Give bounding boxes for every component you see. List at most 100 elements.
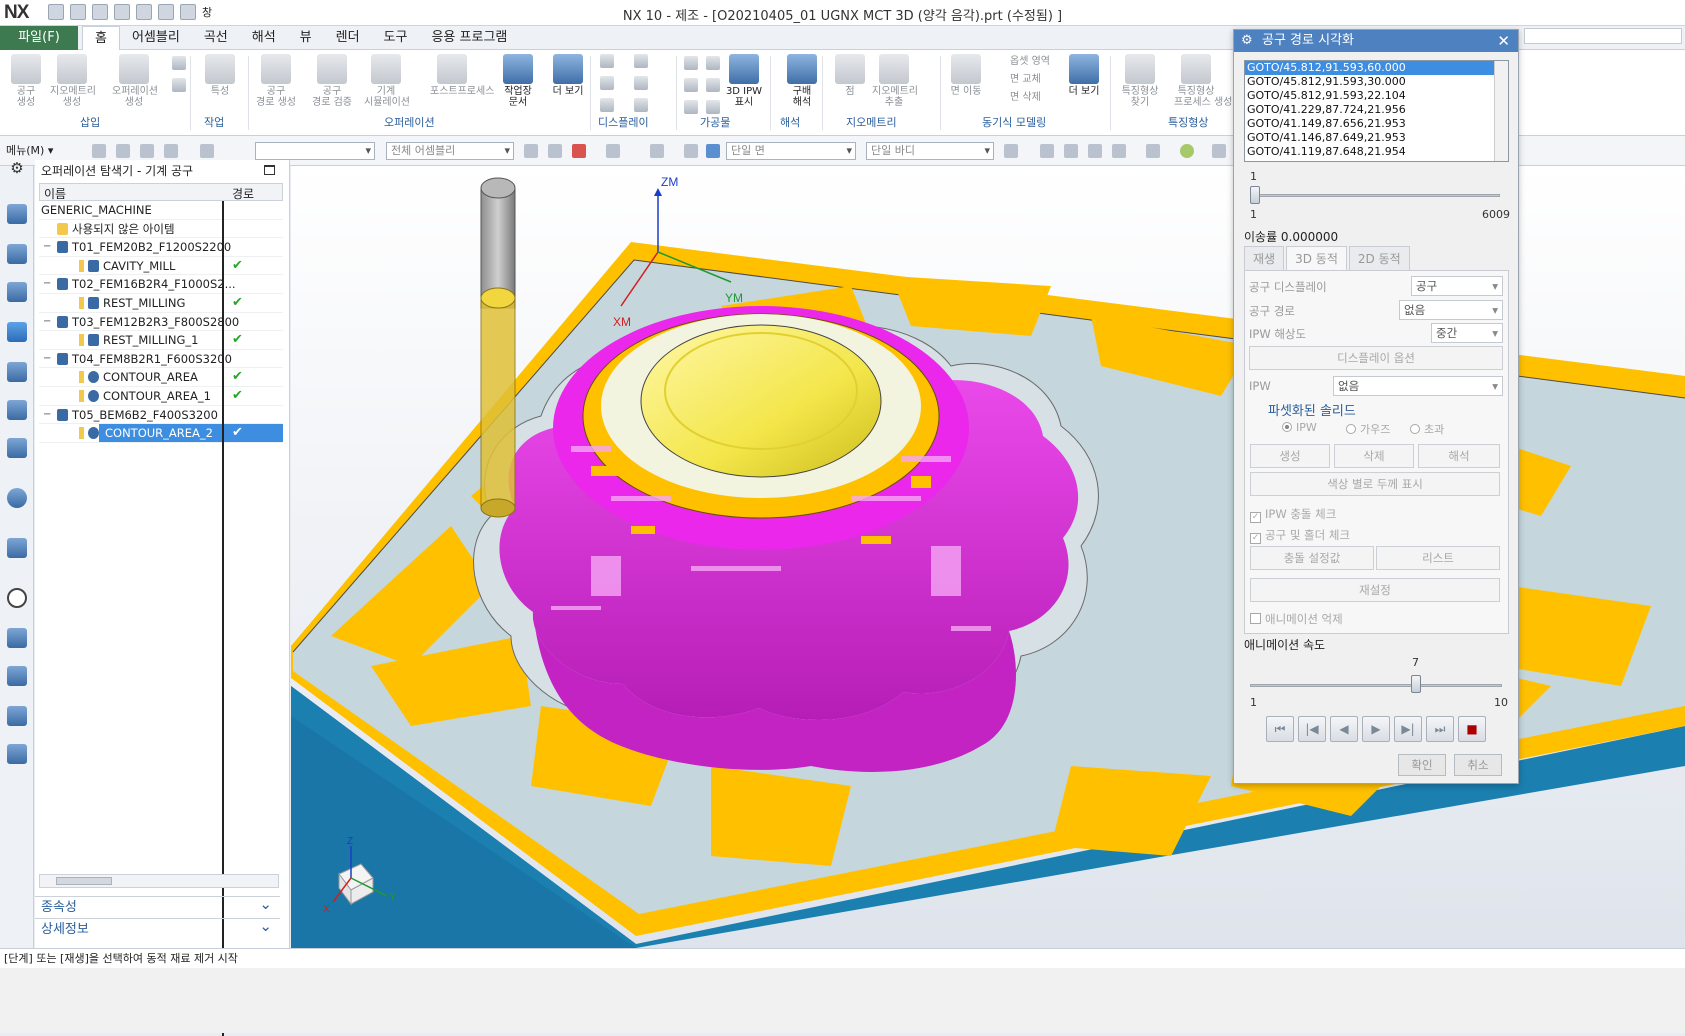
tab-5[interactable]: 렌더 xyxy=(324,26,372,50)
chart-icon[interactable] xyxy=(7,438,27,458)
snap-point-icon[interactable] xyxy=(524,144,538,158)
ribbon-small-icon[interactable] xyxy=(600,98,614,112)
dependencies-panel[interactable]: 종속성 xyxy=(35,893,280,918)
box-select-icon[interactable] xyxy=(650,144,664,158)
thickness-by-color-button[interactable]: 색상 별로 두께 표시 xyxy=(1250,472,1500,496)
ribbon-button-5[interactable]: 공구 경로 검증 xyxy=(310,54,354,108)
step-forward-button[interactable]: ▶| xyxy=(1394,716,1422,742)
ribbon-button-0[interactable]: 공구 생성 xyxy=(4,54,48,108)
fit-icon[interactable] xyxy=(1040,144,1054,158)
zoom-icon[interactable] xyxy=(1064,144,1078,158)
library-icon[interactable] xyxy=(7,362,27,382)
column-path[interactable]: 경로 xyxy=(232,185,254,202)
role-icon[interactable] xyxy=(7,706,27,726)
ribbon-small-icon[interactable] xyxy=(684,100,698,114)
ribbon-group-5[interactable]: 해석 xyxy=(780,114,800,130)
ribbon-button-10[interactable]: 3D IPW 표시 xyxy=(722,54,766,108)
goto-item[interactable]: GOTO/41.149,87.656,21.953 xyxy=(1245,117,1508,131)
arrow-icon[interactable] xyxy=(1004,144,1018,158)
ribbon-small-item-2[interactable]: 면 삭제 xyxy=(1010,92,1070,103)
machine-tool-view-icon[interactable] xyxy=(7,244,27,264)
operation-navigator-icon[interactable] xyxy=(7,204,27,224)
ribbon-button-9[interactable]: 더 보기 xyxy=(546,54,590,97)
tab-0[interactable]: 홈 xyxy=(82,26,120,50)
ribbon-button-16[interactable]: 특징형상 찾기 xyxy=(1118,54,1162,108)
orient-view-icon[interactable] xyxy=(1112,144,1126,158)
system-scene-icon[interactable] xyxy=(7,744,27,764)
ribbon-button-1[interactable]: 지오메트리 생성 xyxy=(50,54,96,108)
display-options-button[interactable]: 디스플레이 옵션 xyxy=(1249,346,1503,370)
tab-2[interactable]: 곡선 xyxy=(192,26,240,50)
ribbon-small-icon[interactable] xyxy=(634,98,648,112)
goto-list-scrollbar[interactable] xyxy=(1494,61,1508,161)
snap-mode-icon[interactable] xyxy=(548,144,562,158)
radio-ipw[interactable]: IPW xyxy=(1282,421,1317,434)
ribbon-group-1[interactable]: 작업 xyxy=(204,114,224,130)
create-button[interactable]: 생성 xyxy=(1250,444,1330,468)
type-filter-combo[interactable] xyxy=(255,142,375,160)
play-button[interactable]: ▶ xyxy=(1362,716,1390,742)
horizontal-scrollbar[interactable] xyxy=(39,874,279,888)
ribbon-small-icon[interactable] xyxy=(600,76,614,90)
tree-row[interactable]: − T04_FEM8B2R1_F600S3200 xyxy=(39,350,283,369)
command-finder-icon[interactable] xyxy=(158,4,174,20)
tree-row[interactable]: − T03_FEM12B2R3_F800S2800 xyxy=(39,313,283,332)
collapse-icon[interactable]: − xyxy=(43,275,51,294)
window-menu[interactable]: 창 xyxy=(202,4,212,20)
reuse-library-icon[interactable] xyxy=(7,400,27,420)
file-menu[interactable]: 파일(F) xyxy=(0,26,78,50)
tab-2d-dynamic[interactable]: 2D 동적 xyxy=(1348,246,1410,270)
ribbon-small-icon[interactable] xyxy=(634,76,648,90)
ribbon-small-icon[interactable] xyxy=(172,78,186,92)
shaded-icon[interactable] xyxy=(706,144,720,158)
section-view-icon[interactable] xyxy=(1212,144,1226,158)
copy-icon[interactable] xyxy=(114,4,130,20)
snap-icon[interactable] xyxy=(92,144,106,158)
ribbon-group-4[interactable]: 가공물 xyxy=(700,114,730,130)
goto-item[interactable]: GOTO/41.119,87.648,21.954 xyxy=(1245,145,1508,159)
ribbon-button-7[interactable]: 포스트프로세스 xyxy=(430,54,494,97)
goto-item[interactable]: GOTO/41.229,87.724,21.956 xyxy=(1245,103,1508,117)
render-style-icon[interactable] xyxy=(1146,144,1160,158)
ribbon-button-6[interactable]: 기계 시뮬레이션 xyxy=(364,54,410,108)
ribbon-button-17[interactable]: 특징형상 프로세스 생성 xyxy=(1174,54,1232,108)
menu-button[interactable]: 메뉴(M) ▾ xyxy=(6,142,53,158)
snap-grid-icon[interactable] xyxy=(606,144,620,158)
tree-row[interactable]: REST_MILLING ✔ xyxy=(39,294,283,313)
deselect-icon[interactable] xyxy=(164,144,178,158)
operation-tree-icon[interactable] xyxy=(7,322,27,342)
tree-row[interactable]: − T05_BEM6B2_F400S3200 xyxy=(39,406,283,425)
ribbon-button-4[interactable]: 공구 경로 생성 xyxy=(254,54,298,108)
ribbon-small-icon[interactable] xyxy=(634,54,648,68)
ribbon-small-icon[interactable] xyxy=(684,56,698,70)
ribbon-group-2[interactable]: 오퍼레이션 xyxy=(384,114,435,130)
part-navigator-icon[interactable] xyxy=(7,282,27,302)
speed-slider-knob[interactable] xyxy=(1411,675,1422,693)
document-icon[interactable] xyxy=(7,538,27,558)
tab-1[interactable]: 어셈블리 xyxy=(120,26,192,50)
cancel-button[interactable]: 취소 xyxy=(1454,754,1502,776)
ok-button[interactable]: 확인 xyxy=(1398,754,1446,776)
ribbon-group-7[interactable]: 동기식 모델링 xyxy=(982,114,1046,130)
play-reverse-button[interactable]: ◀ xyxy=(1330,716,1358,742)
reset-button[interactable]: 재설정 xyxy=(1250,578,1500,602)
stop-button[interactable]: ■ xyxy=(1458,716,1486,742)
radio-gauze[interactable]: 가우즈 xyxy=(1346,421,1390,437)
tab-3[interactable]: 해석 xyxy=(240,26,288,50)
tree-row[interactable]: 사용되지 않은 아이템 xyxy=(39,220,283,239)
delete-button[interactable]: 삭제 xyxy=(1334,444,1414,468)
maximize-icon[interactable] xyxy=(264,165,275,175)
rotate-icon[interactable] xyxy=(1088,144,1102,158)
ribbon-button-11[interactable]: 구배 해석 xyxy=(780,54,824,108)
goto-item[interactable]: GOTO/45.812,91.593,30.000 xyxy=(1245,75,1508,89)
ribbon-group-0[interactable]: 삽입 xyxy=(80,114,100,130)
process-icon[interactable] xyxy=(7,666,27,686)
tab-replay[interactable]: 재생 xyxy=(1244,246,1285,270)
tool-display-select[interactable]: 공구 xyxy=(1411,276,1503,296)
face-rule-combo[interactable]: 단일 면 xyxy=(726,142,856,160)
ipw-select[interactable]: 없음 xyxy=(1333,376,1503,396)
goto-list[interactable]: GOTO/45.812,91.593,60.000 GOTO/45.812,91.… xyxy=(1244,60,1509,162)
ipw-collision-check[interactable]: ✓ IPW 충돌 체크 xyxy=(1250,506,1336,523)
collapse-icon[interactable]: − xyxy=(43,313,51,332)
speed-slider-track[interactable] xyxy=(1250,684,1502,687)
